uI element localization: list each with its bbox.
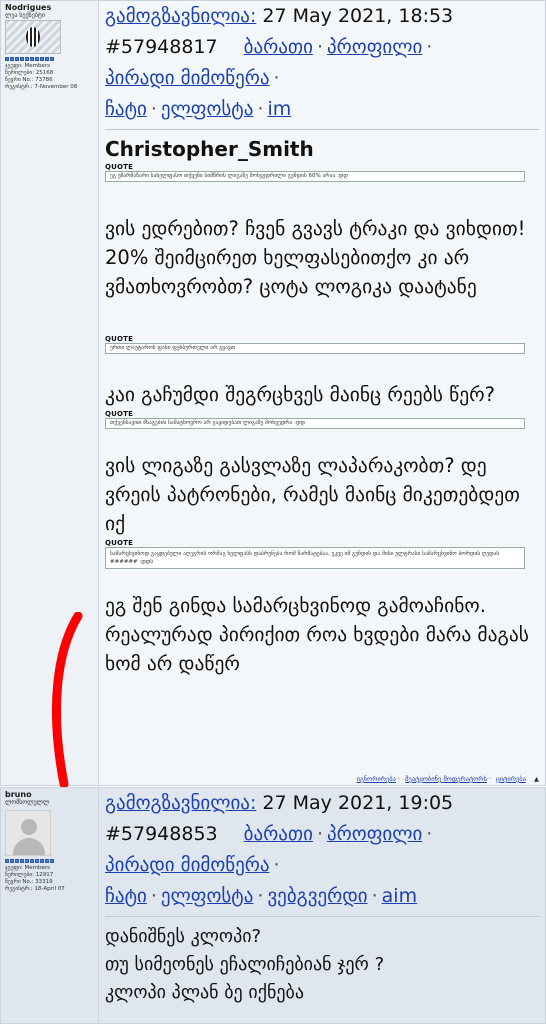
forum-post: bruno ლომსოლულლ ჯგუფი: Members წერილები:…	[0, 787, 546, 1024]
karati-link[interactable]: ბარათი	[244, 823, 313, 845]
karati-link[interactable]: ბარათი	[244, 36, 313, 58]
author-name[interactable]: Nodrigues	[5, 3, 94, 12]
rank-pip-icon	[10, 859, 14, 863]
author-registered: რეგისტრ.: 7-November 08	[5, 84, 78, 90]
author-posts: წერილები: 12917	[5, 872, 54, 878]
author-member-no: წევრი No.: 33319	[5, 879, 53, 885]
rank-pip-icon	[30, 57, 34, 61]
rank-pip-icon	[40, 859, 44, 863]
rank-pip-icon	[50, 57, 54, 61]
avatar	[5, 20, 61, 54]
rank-pip-icon	[10, 57, 14, 61]
author-title: ლომსოლულლ	[5, 799, 50, 806]
rank-pip-icon	[45, 57, 49, 61]
rank-pip-icon	[25, 57, 29, 61]
rank-pip-icon	[40, 57, 44, 61]
author-title: ლეა სექსებტი	[5, 12, 45, 19]
ignore-link[interactable]: იგნორირება	[357, 775, 396, 783]
email-link[interactable]: ელფოსტა	[161, 98, 254, 120]
quote-box: ეგ უზარმაზარი სახელფასო თქვენი სიმწრის ლ…	[105, 171, 525, 182]
email-link[interactable]: ელფოსტა	[161, 885, 254, 907]
post-id: #57948853	[105, 823, 218, 845]
pm-link[interactable]: პირადი მიმოწერა	[105, 67, 270, 89]
quote-box: თქვენსავით მსაგების სამატხოვრო არ გაყიდე…	[105, 418, 525, 429]
profile-link[interactable]: პროფილი	[327, 36, 422, 58]
post-content: გამოგზავნილია: 27 May 2021, 18:53 #57948…	[105, 1, 539, 678]
sent-label[interactable]: გამოგზავნილია:	[105, 792, 256, 814]
quote-label: QUOTE	[105, 163, 134, 171]
sent-label[interactable]: გამოგზავნილია:	[105, 5, 256, 27]
rank-pip-icon	[25, 859, 29, 863]
reply-text: ვის ლიგაზე გასვლაზე ლაპარაკობთ? დე ვრეის…	[105, 454, 520, 535]
report-link[interactable]: შეატყობინე მოდერატორს	[405, 775, 487, 783]
post-footer: იგნორირება · შეატყობინე მოდერატორს · ციტ…	[356, 775, 539, 783]
rank-pip-icon	[15, 57, 19, 61]
website-link[interactable]: ვებგვერდი	[267, 885, 367, 907]
quote-label: QUOTE	[105, 410, 134, 418]
post-meta: გამოგზავნილია: 27 May 2021, 18:53 #57948…	[105, 5, 454, 120]
author-posts: წერილები: 25168	[5, 70, 54, 76]
post-id: #57948817	[105, 36, 218, 58]
quote-label: QUOTE	[105, 335, 134, 343]
rank-pip-icon	[5, 57, 9, 61]
quote-label: QUOTE	[105, 539, 134, 547]
rank-pip-icon	[45, 859, 49, 863]
pm-link[interactable]: პირადი მიმოწერა	[105, 854, 270, 876]
chat-link[interactable]: ჩატი	[105, 885, 147, 907]
aim-link[interactable]: aim	[382, 885, 417, 907]
rank-pip-icon	[50, 859, 54, 863]
author-sidebar: bruno ლომსოლულლ ჯგუფი: Members წერილები:…	[1, 788, 99, 1023]
rank-pip-icon	[15, 859, 19, 863]
post-date: 27 May 2021, 19:05	[262, 792, 454, 814]
divider	[105, 129, 539, 130]
rank-pip-icon	[35, 57, 39, 61]
quote-link[interactable]: ციტირება	[496, 775, 526, 783]
default-avatar-icon	[5, 810, 51, 856]
reply-text: ვის ედრებით? ჩვენ გვავს ტრაკი და ვიხდით!…	[105, 217, 526, 298]
arrow-up-icon[interactable]: ▲	[534, 775, 539, 783]
post-line: დანიშნეს კლოპი?	[105, 926, 262, 947]
rank-pips	[5, 57, 94, 61]
author-member-no: წევრი No.: 73786	[5, 77, 53, 83]
rank-pip-icon	[30, 859, 34, 863]
profile-link[interactable]: პროფილი	[327, 823, 422, 845]
rank-pip-icon	[35, 859, 39, 863]
reply-text: ეგ შენ გინდა სამარცხვინოდ გამოაჩინო. რეა…	[105, 594, 529, 675]
quote-box: სამარცხვინოდ გაყდებული აღეგრის ორმაგ ხელ…	[105, 547, 525, 569]
divider	[105, 916, 539, 917]
quoted-user: Christopher_Smith	[105, 137, 314, 161]
post-date: 27 May 2021, 18:53	[262, 5, 454, 27]
post-content: გამოგზავნილია: 27 May 2021, 19:05 #57948…	[105, 788, 539, 1007]
rank-pip-icon	[20, 57, 24, 61]
author-name[interactable]: bruno	[5, 790, 94, 799]
im-link[interactable]: im	[267, 98, 291, 120]
chat-link[interactable]: ჩატი	[105, 98, 147, 120]
post-meta: გამოგზავნილია: 27 May 2021, 19:05 #57948…	[105, 792, 454, 907]
author-registered: რეგისტრ.: 18-April 07	[5, 886, 65, 892]
red-annotation-mark	[51, 612, 83, 788]
reply-text: კაი გაჩუმდი შეგრცხვეს მაინც რეებს წერ?	[105, 383, 496, 406]
quote-box: ერთი ლაუტაროს ფასი ფეხბურთელი არ გყავთ	[105, 343, 525, 354]
author-group: ჯგუფი: Members	[5, 865, 51, 871]
rank-pip-icon	[20, 859, 24, 863]
rank-pip-icon	[5, 859, 9, 863]
rank-pips	[5, 859, 94, 863]
post-line: კლოპი პლან ბე იქნება	[105, 982, 304, 1003]
post-line: თუ სიმეონეს ეჩალიჩებიან ჯერ ?	[105, 954, 385, 975]
author-group: ჯგუფი: Members	[5, 63, 51, 69]
